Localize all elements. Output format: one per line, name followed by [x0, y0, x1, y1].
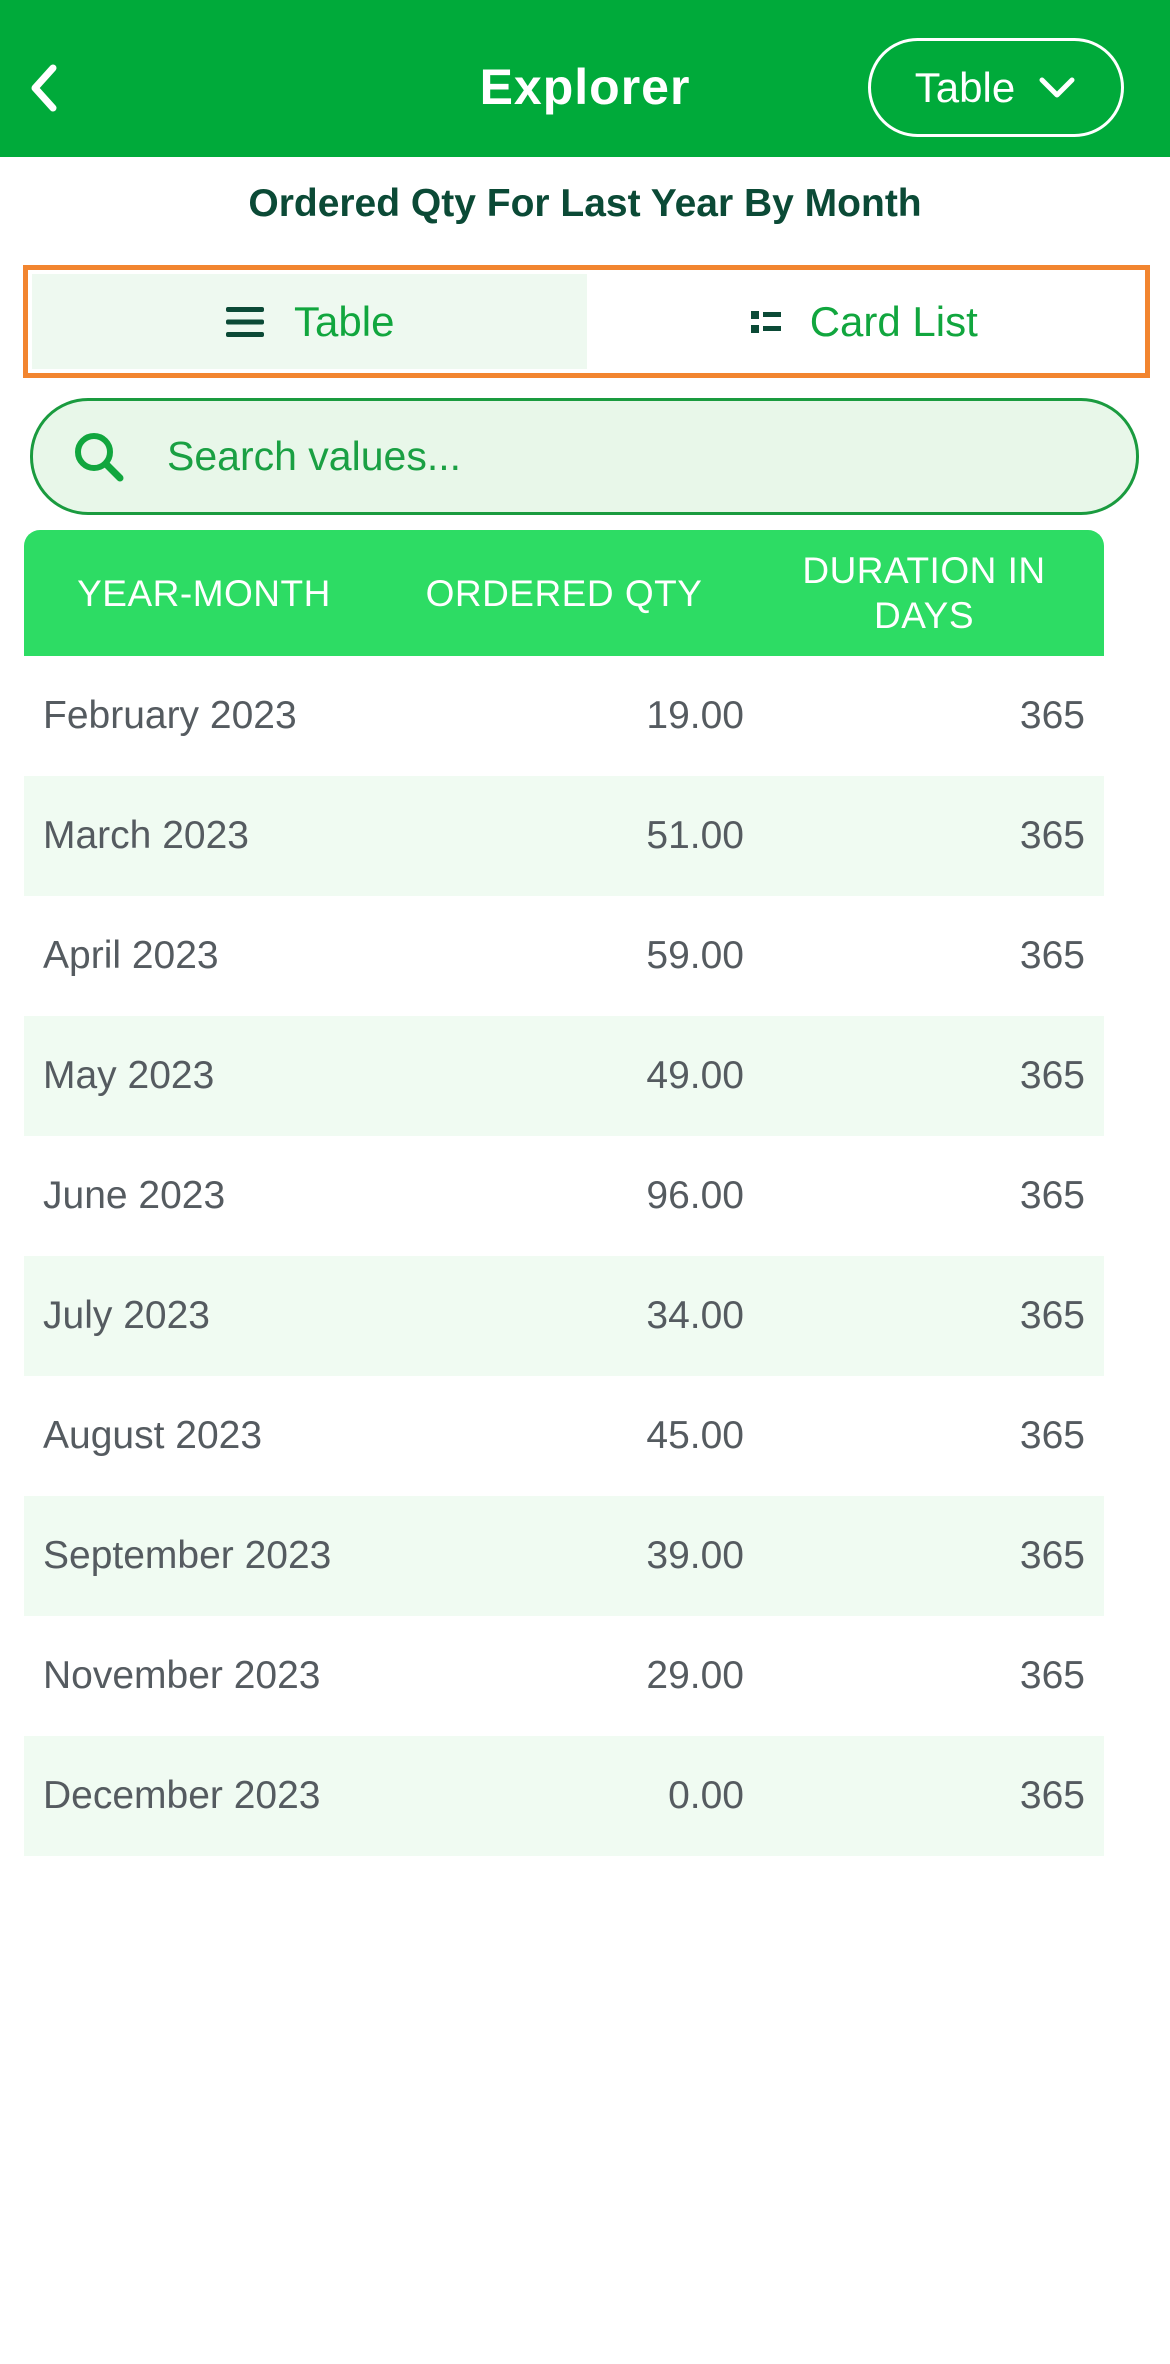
cell-year-month: December 2023 — [43, 1774, 321, 1817]
cell-year-month: August 2023 — [43, 1414, 263, 1457]
list-icon — [750, 310, 781, 333]
cell-duration: 365 — [1019, 1414, 1085, 1457]
menu-lines-icon — [226, 306, 265, 337]
segment-table[interactable]: Table — [32, 274, 587, 369]
cell-ordered-qty: 39.00 — [646, 1534, 744, 1577]
cell-ordered-qty: 0.00 — [668, 1774, 744, 1817]
cell-duration: 365 — [1019, 1774, 1085, 1817]
segment-card-list[interactable]: Card List — [587, 274, 1142, 369]
table-row[interactable]: June 2023 96.00 365 — [24, 1136, 1104, 1256]
table-row[interactable]: February 2023 19.00 365 — [24, 656, 1104, 776]
chevron-down-icon — [1039, 77, 1075, 97]
search-icon — [75, 432, 124, 481]
cell-duration: 365 — [1019, 1654, 1085, 1697]
view-segmented-control: Table Card List — [23, 265, 1150, 378]
cell-duration: 365 — [1019, 1294, 1085, 1337]
table-row[interactable]: July 2023 34.00 365 — [24, 1256, 1104, 1376]
column-header-duration[interactable]: DURATION IN DAYS — [744, 548, 1104, 638]
chevron-left-icon — [31, 64, 57, 112]
search-bar — [30, 398, 1139, 515]
data-table: YEAR-MONTH ORDERED QTY DURATION IN DAYS … — [24, 530, 1104, 1856]
page-title: Ordered Qty For Last Year By Month — [248, 182, 922, 225]
table-row[interactable]: May 2023 49.00 365 — [24, 1016, 1104, 1136]
cell-ordered-qty: 59.00 — [646, 934, 744, 977]
cell-year-month: November 2023 — [43, 1654, 321, 1697]
segment-card-list-label: Card List — [809, 297, 978, 345]
cell-ordered-qty: 45.00 — [646, 1414, 744, 1457]
view-mode-selected-label: Table — [914, 63, 1016, 111]
view-mode-dropdown[interactable]: Table — [868, 38, 1124, 137]
cell-ordered-qty: 49.00 — [646, 1054, 744, 1097]
table-row[interactable]: August 2023 45.00 365 — [24, 1376, 1104, 1496]
column-header-year-month[interactable]: YEAR-MONTH — [24, 571, 384, 616]
cell-duration: 365 — [1019, 1534, 1085, 1577]
cell-year-month: July 2023 — [43, 1294, 210, 1337]
cell-year-month: February 2023 — [43, 694, 297, 737]
column-header-ordered-qty[interactable]: ORDERED QTY — [384, 571, 744, 616]
app-header: Explorer Table — [0, 0, 1170, 157]
cell-year-month: June 2023 — [43, 1174, 226, 1217]
cell-ordered-qty: 19.00 — [646, 694, 744, 737]
cell-year-month: April 2023 — [43, 934, 219, 977]
table-row[interactable]: March 2023 51.00 365 — [24, 776, 1104, 896]
table-header: YEAR-MONTH ORDERED QTY DURATION IN DAYS — [24, 530, 1104, 656]
segment-table-label: Table — [294, 297, 395, 345]
table-row[interactable]: November 2023 29.00 365 — [24, 1616, 1104, 1736]
cell-duration: 365 — [1019, 1054, 1085, 1097]
cell-duration: 365 — [1019, 694, 1085, 737]
table-row[interactable]: September 2023 39.00 365 — [24, 1496, 1104, 1616]
table-row[interactable]: December 2023 0.00 365 — [24, 1736, 1104, 1856]
cell-ordered-qty: 29.00 — [646, 1654, 744, 1697]
cell-year-month: March 2023 — [43, 814, 249, 857]
cell-ordered-qty: 51.00 — [646, 814, 744, 857]
cell-year-month: September 2023 — [43, 1534, 332, 1577]
cell-year-month: May 2023 — [43, 1054, 215, 1097]
cell-duration: 365 — [1019, 934, 1085, 977]
cell-duration: 365 — [1019, 1174, 1085, 1217]
cell-ordered-qty: 96.00 — [646, 1174, 744, 1217]
cell-ordered-qty: 34.00 — [646, 1294, 744, 1337]
search-input[interactable] — [167, 401, 1136, 512]
back-button[interactable] — [14, 52, 74, 124]
table-row[interactable]: April 2023 59.00 365 — [24, 896, 1104, 1016]
explorer-screen: Explorer Table Ordered Qty For Last Year… — [0, 0, 1170, 2364]
cell-duration: 365 — [1019, 814, 1085, 857]
